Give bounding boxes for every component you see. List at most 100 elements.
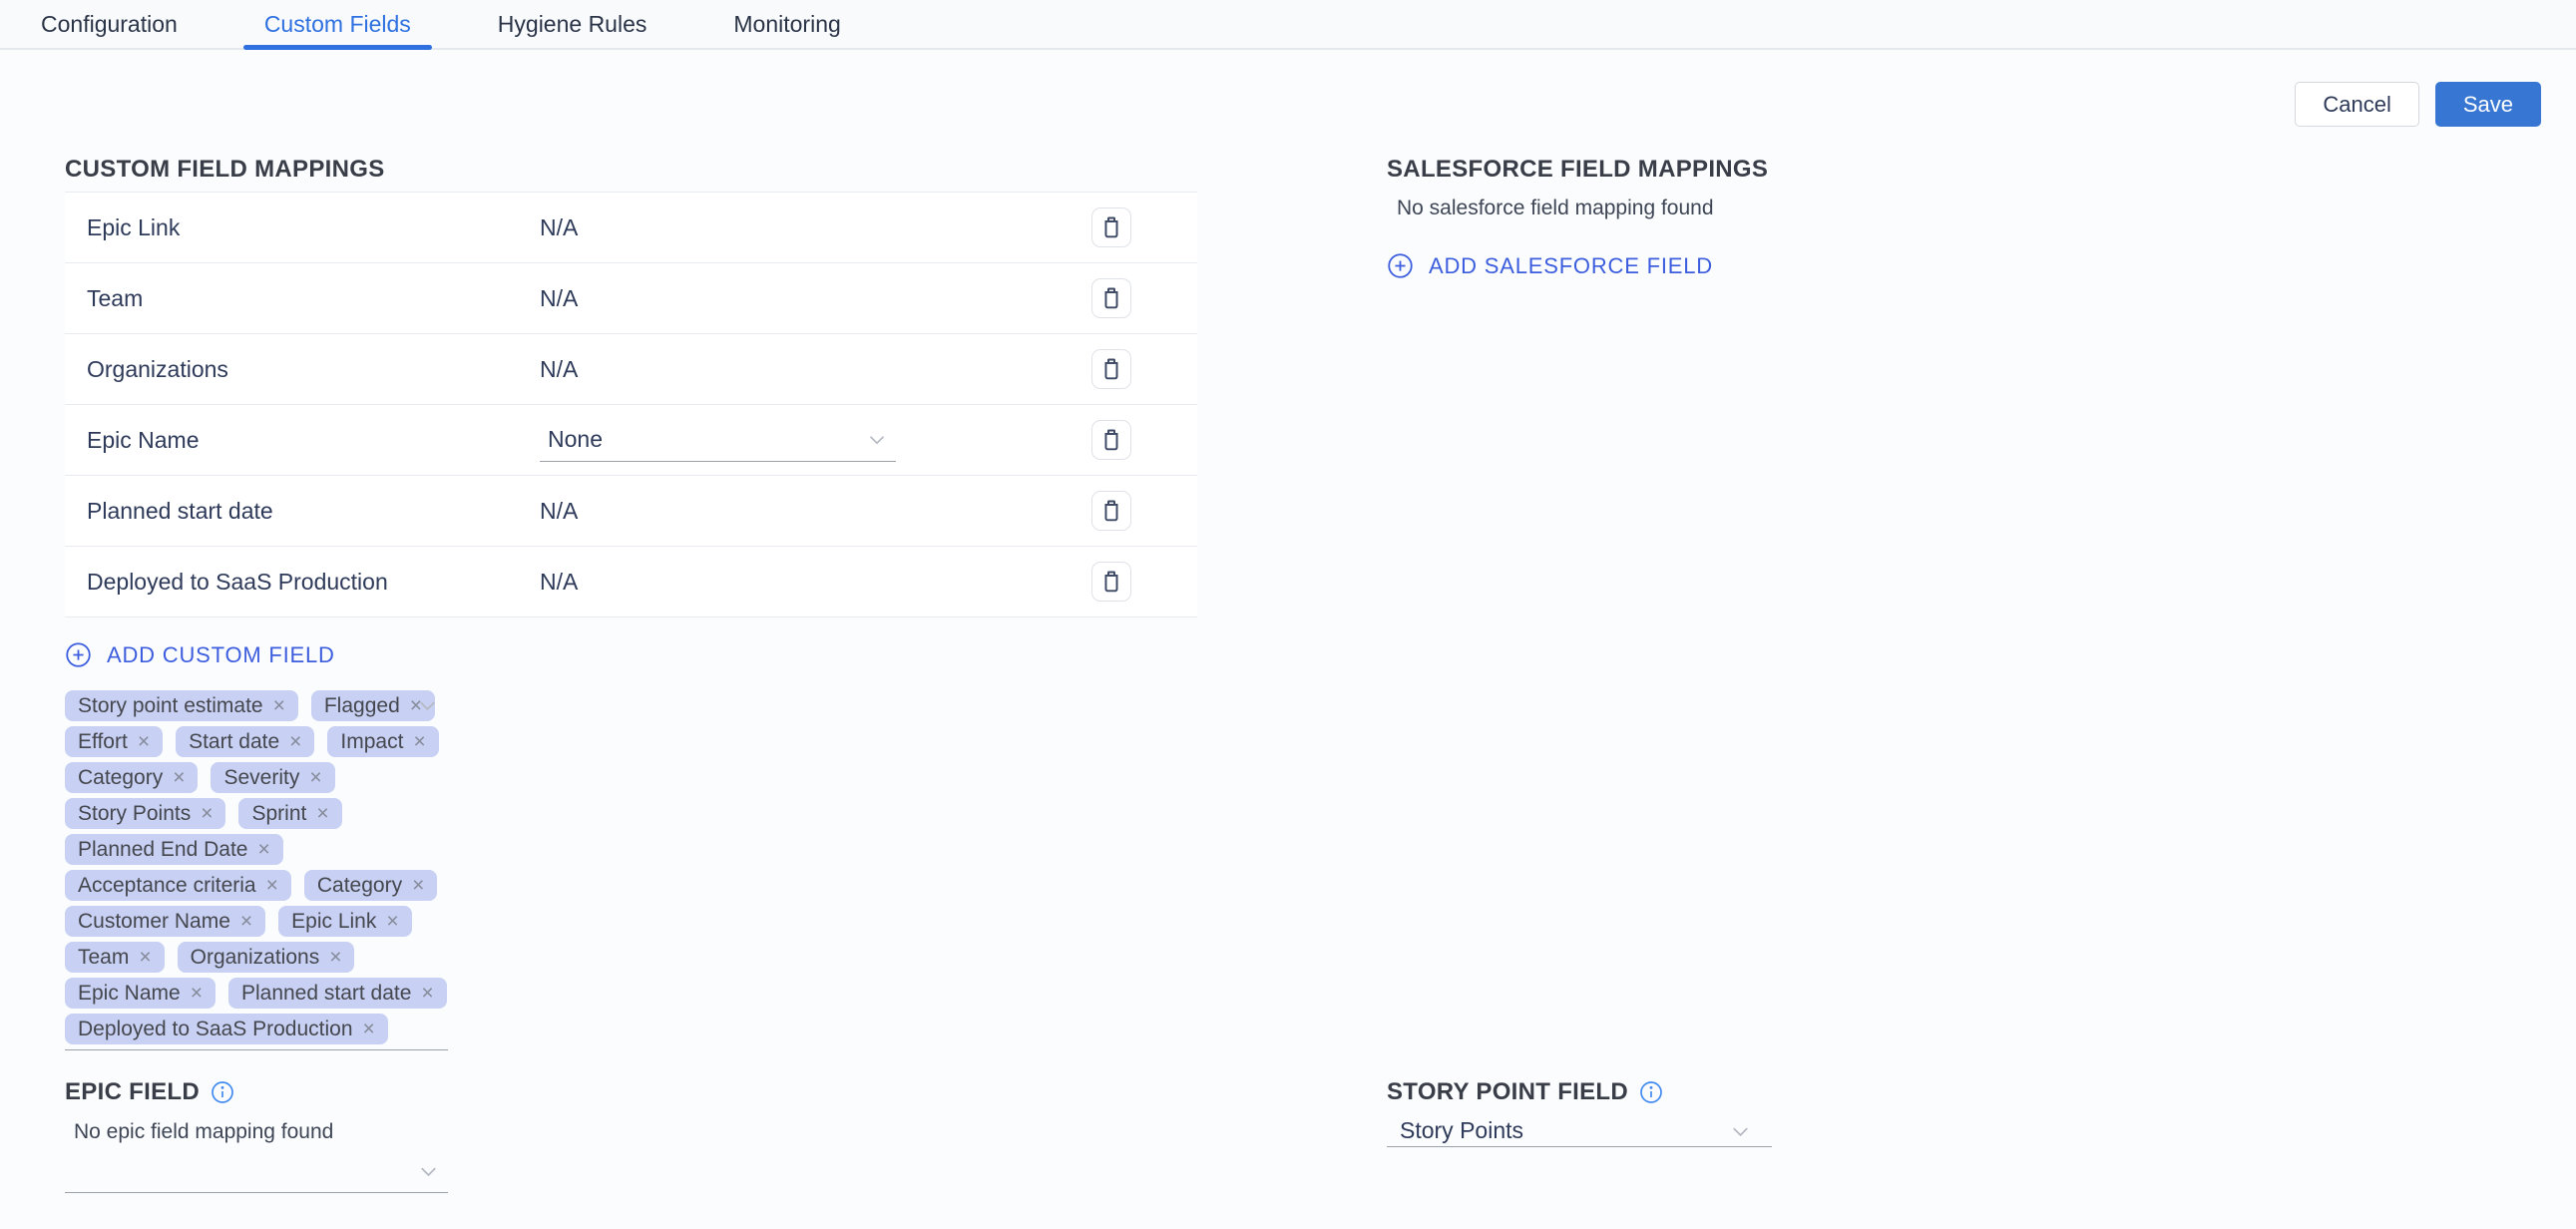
field-value: N/A — [540, 285, 1091, 312]
field-value: N/A — [540, 498, 1091, 525]
remove-chip-icon[interactable]: × — [201, 803, 213, 824]
field-value-select-wrap: None — [540, 418, 1091, 462]
delete-field-button[interactable] — [1091, 491, 1131, 531]
field-chip[interactable]: Team × — [65, 942, 165, 973]
field-chip[interactable]: Organizations × — [178, 942, 355, 973]
remove-chip-icon[interactable]: × — [273, 695, 285, 716]
delete-field-button[interactable] — [1091, 349, 1131, 389]
trash-icon — [1098, 427, 1124, 453]
chip-label: Team — [78, 946, 129, 970]
salesforce-empty-text: No salesforce field mapping found — [1397, 197, 2085, 220]
remove-chip-icon[interactable]: × — [266, 875, 278, 896]
cancel-button[interactable]: Cancel — [2295, 82, 2418, 127]
chip-label: Severity — [223, 766, 299, 790]
field-chip[interactable]: Sprint × — [238, 798, 341, 829]
trash-icon — [1098, 214, 1124, 240]
remove-chip-icon[interactable]: × — [413, 731, 425, 752]
tab-hygiene-rules[interactable]: Hygiene Rules — [477, 0, 668, 48]
table-row: Team N/A — [65, 263, 1197, 334]
chevron-down-icon — [864, 427, 890, 453]
field-value: N/A — [540, 214, 1091, 241]
chip-label: Planned start date — [241, 982, 411, 1006]
field-name: Deployed to SaaS Production — [87, 569, 540, 596]
chip-label: Deployed to SaaS Production — [78, 1018, 353, 1041]
remove-chip-icon[interactable]: × — [138, 731, 150, 752]
delete-field-button[interactable] — [1091, 562, 1131, 602]
field-chip[interactable]: Start date× — [176, 726, 314, 757]
field-chip[interactable]: Category× — [65, 762, 198, 793]
field-chip[interactable]: Epic Name× — [65, 978, 215, 1009]
remove-chip-icon[interactable]: × — [289, 731, 301, 752]
delete-field-button[interactable] — [1091, 420, 1131, 460]
custom-field-mappings-table: Epic Link N/A Team N/A Organizations N/A — [65, 192, 1197, 617]
remove-chip-icon[interactable]: × — [363, 1019, 375, 1039]
story-point-field-section: STORY POINT FIELD Story Points — [1387, 1077, 1772, 1147]
selected-value: Story Points — [1400, 1117, 1523, 1144]
remove-chip-icon[interactable]: × — [412, 875, 424, 896]
chip-label: Planned End Date — [78, 838, 247, 862]
field-value: N/A — [540, 569, 1091, 596]
chip-label: Category — [317, 874, 402, 898]
remove-chip-icon[interactable]: × — [309, 767, 321, 788]
chip-label: Flagged — [324, 694, 400, 718]
tab-configuration[interactable]: Configuration — [20, 0, 199, 48]
field-chip[interactable]: Epic Link× — [278, 906, 411, 937]
tab-custom-fields[interactable]: Custom Fields — [243, 0, 432, 48]
epic-field-section: EPIC FIELD No epic field mapping found — [65, 1077, 448, 1193]
remove-chip-icon[interactable]: × — [329, 947, 341, 968]
add-custom-field-label: ADD CUSTOM FIELD — [107, 642, 335, 668]
remove-chip-icon[interactable]: × — [386, 911, 398, 932]
remove-chip-icon[interactable]: × — [421, 983, 433, 1004]
remove-chip-icon[interactable]: × — [240, 911, 252, 932]
field-name: Team — [87, 285, 540, 312]
field-chip[interactable]: Severity × — [211, 762, 334, 793]
remove-chip-icon[interactable]: × — [316, 803, 328, 824]
field-chip[interactable]: Effort× — [65, 726, 163, 757]
field-chip[interactable]: Story point estimate× — [65, 690, 298, 721]
trash-icon — [1098, 498, 1124, 524]
save-button[interactable]: Save — [2435, 82, 2541, 127]
table-row: Planned start date N/A — [65, 476, 1197, 547]
field-chip[interactable]: Planned start date × — [228, 978, 447, 1009]
chip-label: Organizations — [191, 946, 320, 970]
chevron-down-icon — [415, 1158, 442, 1185]
chip-label: Impact — [340, 730, 403, 754]
field-chip[interactable]: Customer Name× — [65, 906, 265, 937]
table-row: Deployed to SaaS Production N/A — [65, 547, 1197, 617]
add-salesforce-field-button[interactable]: ADD SALESFORCE FIELD — [1387, 252, 1713, 279]
add-custom-field-button[interactable]: ADD CUSTOM FIELD — [65, 641, 335, 668]
custom-field-mappings-title: CUSTOM FIELD MAPPINGS — [65, 155, 1197, 185]
plus-circle-icon — [65, 641, 92, 668]
field-chip[interactable]: Planned End Date × — [65, 834, 283, 865]
tab-monitoring[interactable]: Monitoring — [712, 0, 861, 48]
table-row: Organizations N/A — [65, 334, 1197, 405]
story-point-field-select[interactable]: Story Points — [1387, 1115, 1772, 1147]
salesforce-field-mappings-title: SALESFORCE FIELD MAPPINGS — [1387, 155, 2085, 185]
field-value: N/A — [540, 356, 1091, 383]
chip-label: Sprint — [251, 802, 306, 826]
field-chip[interactable]: Story Points× — [65, 798, 225, 829]
chevron-down-icon[interactable] — [414, 692, 441, 719]
field-chip[interactable]: Category × — [304, 870, 437, 901]
story-point-field-title: STORY POINT FIELD — [1387, 1078, 1628, 1106]
trash-icon — [1098, 356, 1124, 382]
remove-chip-icon[interactable]: × — [139, 947, 151, 968]
trash-icon — [1098, 285, 1124, 311]
field-name: Organizations — [87, 356, 540, 383]
info-icon[interactable] — [211, 1080, 234, 1104]
remove-chip-icon[interactable]: × — [191, 983, 203, 1004]
info-icon[interactable] — [1639, 1080, 1663, 1104]
epic-field-select[interactable] — [65, 1152, 448, 1193]
field-chip[interactable]: Impact × — [327, 726, 438, 757]
table-row: Epic Link N/A — [65, 193, 1197, 263]
field-name: Epic Name — [87, 427, 540, 454]
remove-chip-icon[interactable]: × — [257, 839, 269, 860]
field-mapping-select[interactable]: None — [540, 418, 896, 462]
field-chip[interactable]: Acceptance criteria× — [65, 870, 291, 901]
available-fields-multiselect[interactable]: Story point estimate× Flagged × Effort× S… — [65, 690, 448, 1050]
delete-field-button[interactable] — [1091, 278, 1131, 318]
epic-field-title: EPIC FIELD — [65, 1078, 200, 1106]
delete-field-button[interactable] — [1091, 207, 1131, 247]
field-chip[interactable]: Deployed to SaaS Production × — [65, 1014, 388, 1044]
remove-chip-icon[interactable]: × — [173, 767, 185, 788]
